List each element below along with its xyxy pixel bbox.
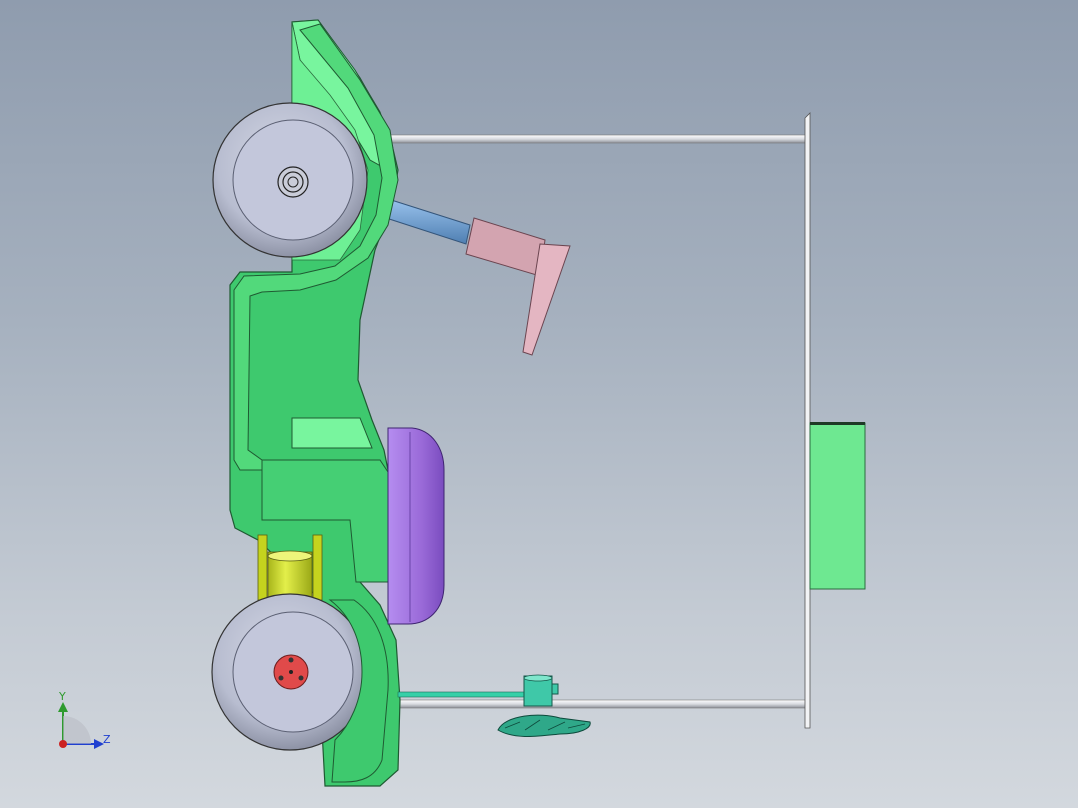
x-axis-dot bbox=[59, 740, 67, 748]
y-axis-arrow bbox=[58, 702, 68, 712]
lower-rod bbox=[394, 699, 808, 709]
lower-link bbox=[397, 691, 529, 698]
frame-step-light bbox=[291, 417, 373, 449]
model-view[interactable]: Y Z bbox=[0, 0, 1078, 808]
cad-viewport[interactable]: Y Z bbox=[0, 0, 1078, 808]
y-axis-label: Y bbox=[58, 690, 66, 703]
yellow-post-right bbox=[312, 534, 323, 601]
pedal-block bbox=[465, 217, 546, 277]
steering-shaft bbox=[379, 197, 471, 245]
side-panel-top-edge bbox=[810, 422, 865, 425]
yellow-cylinder-top bbox=[267, 550, 313, 562]
yellow-post-left bbox=[257, 534, 268, 601]
side-panel bbox=[809, 422, 866, 590]
axis-triad: Y Z bbox=[58, 690, 111, 749]
upper-rod bbox=[384, 134, 808, 144]
triad-quadrant bbox=[63, 716, 91, 744]
seat bbox=[387, 427, 445, 625]
end-plate bbox=[804, 112, 811, 729]
front-wheel bbox=[212, 102, 368, 258]
z-axis-label: Z bbox=[103, 733, 111, 746]
rear-wheel bbox=[211, 593, 369, 751]
